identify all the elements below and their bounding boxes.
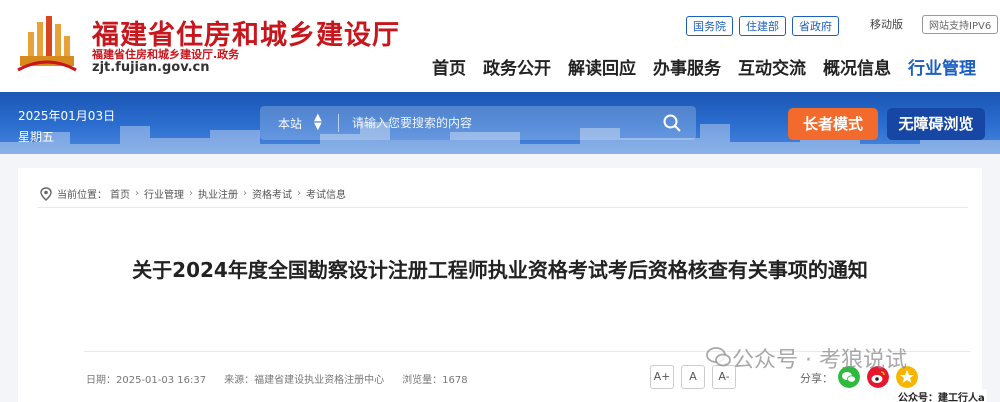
watermark-caption: 公众号：建工行人a bbox=[896, 389, 987, 402]
search-icon[interactable] bbox=[662, 113, 682, 133]
breadcrumb-separator: › bbox=[243, 188, 247, 199]
top-links: 国务院 住建部 省政府 bbox=[686, 16, 839, 36]
nav-overview[interactable]: 概况信息 bbox=[823, 54, 891, 79]
wechat-watermark: 公众号 · 考狼说试 bbox=[700, 342, 907, 374]
breadcrumb: 当前位置： 首页 › 行业管理 › 执业注册 › 资格考试 › 考试信息 bbox=[40, 186, 349, 201]
article-date: 日期：2025-01-03 16:37 bbox=[86, 375, 207, 386]
breadcrumb-registration[interactable]: 执业注册 bbox=[198, 186, 238, 201]
top-link-province[interactable]: 省政府 bbox=[792, 16, 839, 36]
article-source: 来源：福建省建设执业资格注册中心 bbox=[224, 375, 385, 386]
breadcrumb-exam-info[interactable]: 考试信息 bbox=[306, 186, 346, 201]
article-title: 关于2024年度全国勘察设计注册工程师执业资格考试考后资格核查有关事项的通知 bbox=[132, 258, 868, 282]
site-header: 福建省住房和城乡建设厅 福建省住房和城乡建设厅.政务 zjt.fujian.go… bbox=[0, 0, 1000, 92]
watermark-text: 公众号 · 考狼说试 bbox=[732, 348, 907, 373]
main-nav: 首页 政务公开 解读回应 办事服务 互动交流 概况信息 行业管理 bbox=[432, 54, 976, 79]
article-meta: 日期：2025-01-03 16:37 来源：福建省建设执业资格注册中心 浏览量… bbox=[86, 371, 468, 386]
current-weekday: 星期五 bbox=[18, 130, 55, 144]
nav-services[interactable]: 办事服务 bbox=[653, 54, 721, 79]
current-date: 2025年01月03日 bbox=[18, 109, 116, 123]
nav-interpretation[interactable]: 解读回应 bbox=[568, 54, 636, 79]
breadcrumb-separator: › bbox=[135, 188, 139, 199]
search-divider bbox=[338, 114, 339, 132]
location-pin-icon bbox=[40, 186, 52, 201]
article-views: 浏览量：1678 bbox=[402, 375, 468, 386]
search-scope-select[interactable]: 本站 bbox=[278, 115, 302, 132]
top-link-ministry[interactable]: 住建部 bbox=[739, 16, 786, 36]
breadcrumb-qualification[interactable]: 资格考试 bbox=[252, 186, 292, 201]
breadcrumb-industry[interactable]: 行业管理 bbox=[144, 186, 184, 201]
nav-home[interactable]: 首页 bbox=[432, 54, 466, 79]
search-input[interactable] bbox=[352, 114, 642, 132]
elder-mode-button[interactable]: 长者模式 bbox=[788, 108, 878, 140]
breadcrumb-divider bbox=[38, 207, 968, 208]
breadcrumb-separator: › bbox=[189, 188, 193, 199]
nav-gov-affairs[interactable]: 政务公开 bbox=[483, 54, 551, 79]
mobile-version-link[interactable]: 移动版 bbox=[870, 16, 903, 32]
breadcrumb-home[interactable]: 首页 bbox=[110, 186, 130, 201]
breadcrumb-prefix: 当前位置： bbox=[57, 190, 107, 201]
top-link-state-council[interactable]: 国务院 bbox=[686, 16, 733, 36]
accessible-browse-button[interactable]: 无障碍浏览 bbox=[887, 108, 985, 140]
sort-arrows-icon[interactable]: ▲ ▼ bbox=[314, 113, 322, 132]
nav-interaction[interactable]: 互动交流 bbox=[738, 54, 806, 79]
site-logo-icon[interactable] bbox=[16, 14, 78, 72]
search-box: 本站 ▲ ▼ bbox=[260, 106, 696, 140]
breadcrumb-separator: › bbox=[297, 188, 301, 199]
site-domain: zjt.fujian.gov.cn bbox=[92, 60, 210, 75]
ipv6-badge: 网站支持IPV6 bbox=[922, 15, 999, 34]
nav-industry[interactable]: 行业管理 bbox=[908, 54, 976, 79]
font-increase-button[interactable]: A+ bbox=[650, 365, 674, 389]
